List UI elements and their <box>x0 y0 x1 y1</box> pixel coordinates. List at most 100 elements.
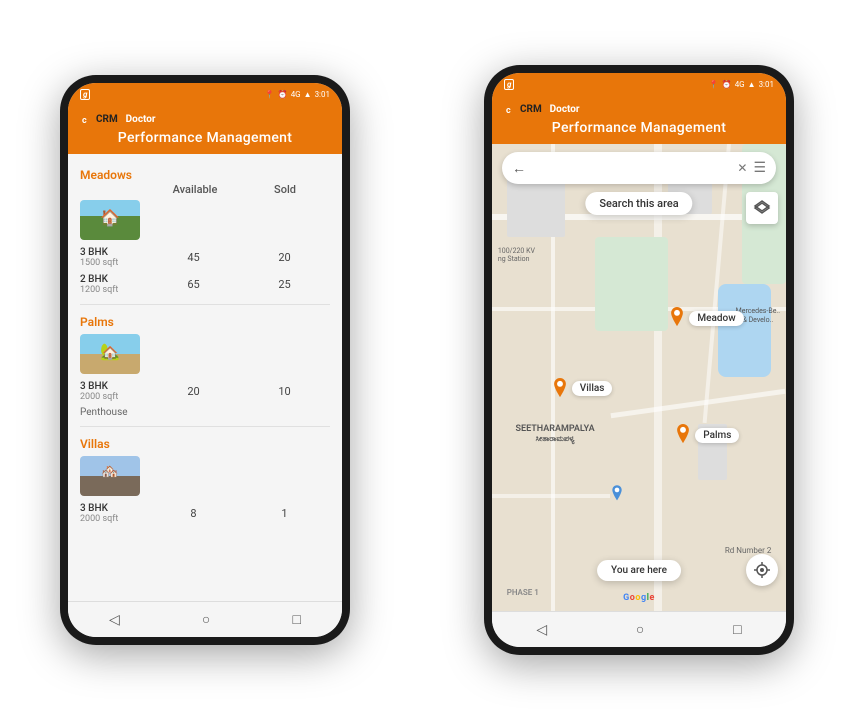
search-menu-btn[interactable]: ☰ <box>753 160 766 176</box>
app-logo-left: c CRM - Doctor <box>78 111 156 127</box>
status-icons-right: 📍 ⏰ 4G ▲ 3:01 <box>709 80 774 89</box>
logo-hyphen-r: - <box>544 104 548 115</box>
prop-size: 2000 sqft <box>80 392 148 402</box>
nav-square-btn-r[interactable]: □ <box>733 621 741 638</box>
signal-icon-r: ▲ <box>748 80 756 89</box>
phone-right-inner: g 📍 ⏰ 4G ▲ 3:01 c CRM - Doctor <box>492 73 786 647</box>
nav-back-btn-r[interactable]: ◁ <box>536 622 547 638</box>
row-sold: 1 <box>239 507 330 520</box>
table-row: 3 BHK 1500 sqft 45 20 <box>80 244 330 271</box>
section-villas: Villas 3 BHK 2000 sqft 8 1 <box>80 433 330 527</box>
status-bar-left: g 📍 ⏰ 4G ▲ 3:01 <box>68 83 342 105</box>
row-available: 65 <box>148 278 239 291</box>
row-sold: 10 <box>239 385 330 398</box>
prop-name: 3 BHK <box>80 503 148 514</box>
app-header-left: c CRM - Doctor Performance Management <box>68 105 342 154</box>
table-row: 2 BHK 1200 sqft 65 25 <box>80 271 330 298</box>
crm-text: CRM <box>96 114 118 125</box>
app-header-right: c CRM - Doctor Performance Management <box>492 95 786 144</box>
map-search-bar[interactable]: ← ✕ ☰ <box>502 152 776 184</box>
pin-label-villas: Villas <box>572 381 613 396</box>
svg-text:c: c <box>506 106 511 114</box>
separator <box>80 304 330 305</box>
row-label: 3 BHK 2000 sqft <box>80 503 148 524</box>
villas-image <box>80 456 140 496</box>
pin-icon-villas <box>551 378 569 400</box>
you-are-here-btn[interactable]: You are here <box>597 560 681 581</box>
nav-home-btn-r[interactable]: ○ <box>636 621 644 638</box>
app-title-left: Performance Management <box>118 130 292 146</box>
section-palms: Palms 3 BHK 2000 sqft 20 10 Penthouse <box>80 311 330 420</box>
doctor-text-r: Doctor <box>550 104 580 115</box>
time-left: 3:01 <box>315 90 330 99</box>
section-title-villas: Villas <box>80 437 110 451</box>
row-available: 8 <box>148 507 239 520</box>
network-icon: 4G <box>291 90 301 99</box>
row-label: 3 BHK 2000 sqft <box>80 381 148 402</box>
layer-btn[interactable] <box>746 192 778 224</box>
pin-icon-here <box>610 485 624 503</box>
green-area1 <box>595 237 669 330</box>
pin-villas[interactable]: Villas <box>551 378 613 400</box>
location-icon: 📍 <box>265 90 275 99</box>
palms-image <box>80 334 140 374</box>
map-container: ← ✕ ☰ Search this area <box>492 144 786 611</box>
status-icons-left: 📍 ⏰ 4G ▲ 3:01 <box>265 90 330 99</box>
col-available-header: Available <box>150 183 240 196</box>
scene: g 📍 ⏰ 4G ▲ 3:01 c CRM - Doctor <box>0 0 849 720</box>
logo-hyphen: - <box>120 114 124 125</box>
search-close-btn[interactable]: ✕ <box>737 161 747 175</box>
section-title-palms: Palms <box>80 315 114 329</box>
g-icon-left: g <box>80 89 90 100</box>
penthouse-row: Penthouse <box>80 405 330 420</box>
prop-size: 1200 sqft <box>80 285 148 295</box>
table-header-meadows: Available Sold <box>80 183 330 200</box>
nav-back-btn[interactable]: ◁ <box>109 612 120 628</box>
pin-you-are-here <box>610 485 624 503</box>
search-input[interactable] <box>534 158 731 178</box>
row-available: 20 <box>148 385 239 398</box>
phase-label: PHASE 1 <box>507 588 539 597</box>
logo-box: c <box>78 111 94 127</box>
table-row: 3 BHK 2000 sqft 20 10 <box>80 378 330 405</box>
separator <box>80 426 330 427</box>
pin-meadow[interactable]: Meadow <box>668 307 743 329</box>
row-sold: 20 <box>239 251 330 264</box>
app-logo-right: c CRM - Doctor <box>502 101 580 117</box>
section-title-meadows: Meadows <box>80 168 132 182</box>
location-icon-r: 📍 <box>709 80 719 89</box>
status-bar-right: g 📍 ⏰ 4G ▲ 3:01 <box>492 73 786 95</box>
app-title-right: Performance Management <box>552 120 726 136</box>
content-left: Meadows Available Sold 3 BHK 1500 sqft 4… <box>68 154 342 601</box>
location-btn[interactable] <box>746 554 778 586</box>
alarm-icon-r: ⏰ <box>722 80 732 89</box>
row-sold: 25 <box>239 278 330 291</box>
pin-label-meadow: Meadow <box>689 311 743 326</box>
doctor-text: Doctor <box>126 114 156 125</box>
kv-label: 100/220 KVng Station <box>498 247 535 264</box>
bottom-nav-left: ◁ ○ □ <box>68 601 342 637</box>
pin-palms[interactable]: Palms <box>674 424 739 446</box>
section-meadows: Meadows Available Sold 3 BHK 1500 sqft 4… <box>80 164 330 298</box>
row-label: 2 BHK 1200 sqft <box>80 274 148 295</box>
signal-icon: ▲ <box>304 90 312 99</box>
search-area-btn[interactable]: Search this area <box>585 192 692 215</box>
logo-box-r: c <box>502 101 518 117</box>
location-name-label: SEETHARAMPALYAಸೀತಾರಾಮಪಳ್ಯ <box>516 424 595 444</box>
bottom-nav-right: ◁ ○ □ <box>492 611 786 647</box>
nav-square-btn[interactable]: □ <box>292 611 300 628</box>
nav-home-btn[interactable]: ○ <box>202 611 210 628</box>
search-back-btn[interactable]: ← <box>512 160 526 177</box>
crm-text-r: CRM <box>520 104 542 115</box>
pin-icon-meadow <box>668 307 686 329</box>
g-icon-right: g <box>504 79 514 90</box>
phone-left-inner: g 📍 ⏰ 4G ▲ 3:01 c CRM - Doctor <box>68 83 342 637</box>
pin-icon-palms <box>674 424 692 446</box>
phone-right: g 📍 ⏰ 4G ▲ 3:01 c CRM - Doctor <box>484 65 794 655</box>
prop-size: 1500 sqft <box>80 258 148 268</box>
row-available: 45 <box>148 251 239 264</box>
prop-name: 3 BHK <box>80 381 148 392</box>
prop-size: 2000 sqft <box>80 514 148 524</box>
road-h3 <box>492 494 610 498</box>
meadows-image <box>80 200 140 240</box>
